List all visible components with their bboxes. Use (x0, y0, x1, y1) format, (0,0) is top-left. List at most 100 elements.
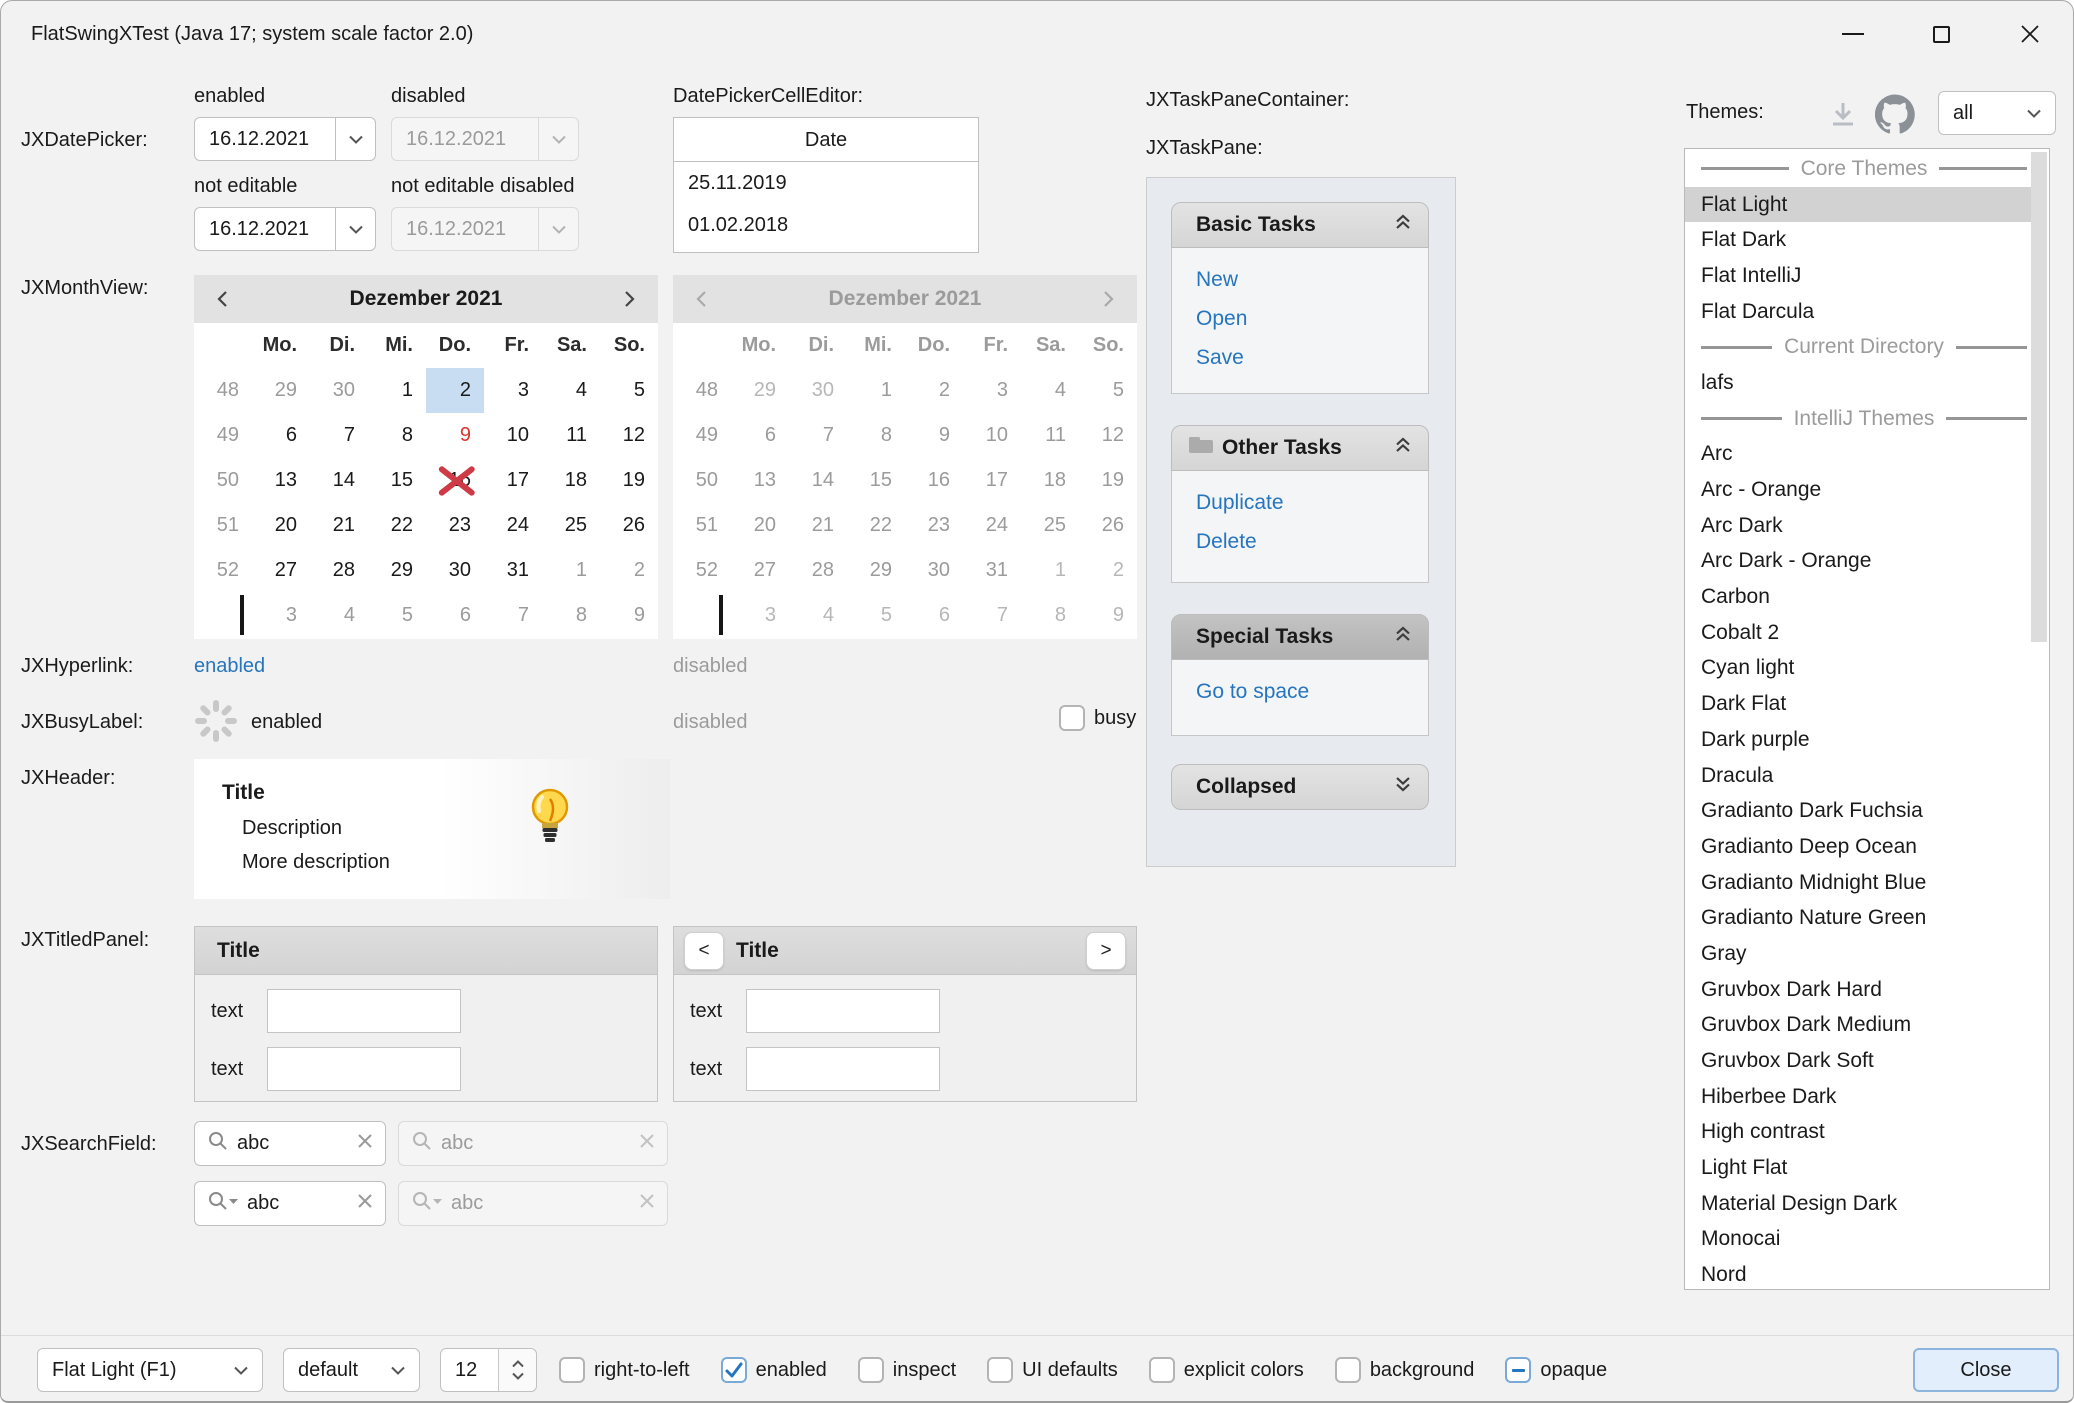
day-cell[interactable]: 1 (542, 548, 600, 593)
close-button[interactable]: Close (1913, 1348, 2059, 1392)
hyperlink-enabled[interactable]: enabled (194, 655, 265, 678)
day-cell[interactable]: 29 (252, 368, 310, 413)
theme-item[interactable]: Gray (1685, 936, 2031, 972)
checkbox-explicit-colors[interactable]: explicit colors (1149, 1357, 1304, 1383)
day-cell[interactable]: 13 (252, 458, 310, 503)
theme-item[interactable]: Flat Dark (1685, 222, 2031, 258)
day-cell[interactable]: 2 (426, 368, 484, 413)
themes-filter-combo[interactable]: all (1938, 91, 2056, 135)
day-cell[interactable]: 4 (542, 368, 600, 413)
day-cell[interactable]: 31 (484, 548, 542, 593)
chevron-double-up-icon[interactable] (1394, 625, 1412, 649)
day-cell[interactable]: 26 (600, 503, 658, 548)
theme-item[interactable]: Nord (1685, 1257, 2031, 1290)
minimize-button[interactable] (1809, 1, 1897, 67)
theme-item[interactable]: Dark purple (1685, 722, 2031, 758)
font-size-spinner[interactable]: 12 (440, 1348, 537, 1392)
day-cell[interactable]: 5 (600, 368, 658, 413)
day-cell[interactable]: 1 (368, 368, 426, 413)
day-cell[interactable]: 19 (600, 458, 658, 503)
text-input[interactable] (267, 1047, 461, 1091)
day-cell[interactable]: 9 (600, 593, 658, 638)
theme-item[interactable]: Flat IntelliJ (1685, 258, 2031, 294)
chevron-double-down-icon[interactable] (1394, 775, 1412, 799)
theme-item[interactable]: Flat Light (1685, 187, 2031, 223)
day-cell[interactable]: 8 (368, 413, 426, 458)
datepicker-dropdown-button[interactable] (335, 208, 375, 250)
theme-item[interactable]: Gradianto Deep Ocean (1685, 829, 2031, 865)
day-cell[interactable]: 6 (426, 593, 484, 638)
maximize-button[interactable] (1897, 1, 1985, 67)
chevron-double-up-icon[interactable] (1394, 436, 1412, 460)
day-cell[interactable]: 5 (368, 593, 426, 638)
day-cell[interactable]: 23 (426, 503, 484, 548)
task-pane-header[interactable]: Basic Tasks (1171, 202, 1429, 248)
checkbox-opaque[interactable]: opaque (1505, 1357, 1607, 1383)
task-link[interactable]: Open (1196, 307, 1428, 331)
day-cell[interactable]: 22 (368, 503, 426, 548)
checkbox-enabled[interactable]: enabled (721, 1357, 827, 1383)
text-input[interactable] (267, 989, 461, 1033)
task-link[interactable]: Go to space (1196, 680, 1428, 704)
theme-item[interactable]: Cyan light (1685, 651, 2031, 687)
text-input[interactable] (746, 989, 940, 1033)
day-cell[interactable]: 9 (426, 413, 484, 458)
theme-item[interactable]: Gruvbox Dark Soft (1685, 1043, 2031, 1079)
day-cell[interactable]: 24 (484, 503, 542, 548)
datepicker-dropdown-button[interactable] (335, 118, 375, 160)
checkbox-box[interactable] (1059, 705, 1085, 731)
theme-item[interactable]: Arc - Orange (1685, 472, 2031, 508)
github-button[interactable] (1875, 94, 1915, 140)
day-cell[interactable]: 16 (426, 458, 484, 503)
checkbox-background[interactable]: background (1335, 1357, 1475, 1383)
theme-item[interactable]: Gradianto Midnight Blue (1685, 865, 2031, 901)
spinner-buttons[interactable] (498, 1349, 536, 1391)
day-cell[interactable]: 17 (484, 458, 542, 503)
theme-item[interactable]: Arc Dark (1685, 508, 2031, 544)
task-pane-header[interactable]: Collapsed (1171, 764, 1429, 810)
day-cell[interactable]: 15 (368, 458, 426, 503)
theme-item[interactable]: Hiberbee Dark (1685, 1079, 2031, 1115)
checkbox-box[interactable] (987, 1357, 1013, 1383)
theme-item[interactable]: High contrast (1685, 1115, 2031, 1151)
checkbox-inspect[interactable]: inspect (858, 1357, 956, 1383)
day-cell[interactable]: 3 (252, 593, 310, 638)
checkbox-box[interactable] (1149, 1357, 1175, 1383)
day-cell[interactable]: 8 (542, 593, 600, 638)
busy-checkbox[interactable]: busy (1059, 705, 1136, 731)
day-cell[interactable]: 7 (484, 593, 542, 638)
day-cell[interactable]: 2 (600, 548, 658, 593)
theme-item[interactable]: lafs (1685, 365, 2031, 401)
theme-item[interactable]: Gruvbox Dark Medium (1685, 1008, 2031, 1044)
task-link[interactable]: Duplicate (1196, 491, 1428, 515)
table-row[interactable]: 01.02.2018 (674, 204, 978, 246)
theme-item[interactable]: Carbon (1685, 579, 2031, 615)
theme-item[interactable]: Gradianto Nature Green (1685, 900, 2031, 936)
search-field[interactable]: abc (194, 1181, 386, 1226)
laf-combo[interactable]: Flat Light (F1) (37, 1348, 263, 1392)
theme-item[interactable]: Arc Dark - Orange (1685, 544, 2031, 580)
task-pane-header[interactable]: Other Tasks (1171, 425, 1429, 471)
table-row[interactable]: 25.11.2019 (674, 162, 978, 204)
checkbox-box[interactable] (858, 1357, 884, 1383)
checkbox-box[interactable] (721, 1357, 747, 1383)
calendar-prev-button[interactable] (194, 275, 250, 323)
day-cell[interactable]: 30 (426, 548, 484, 593)
clear-icon[interactable] (357, 1132, 373, 1155)
checkbox-ui-defaults[interactable]: UI defaults (987, 1357, 1118, 1383)
day-cell[interactable]: 3 (484, 368, 542, 413)
theme-item[interactable]: Dracula (1685, 758, 2031, 794)
day-cell[interactable]: 10 (484, 413, 542, 458)
prev-button[interactable]: < (684, 932, 724, 970)
next-button[interactable]: > (1086, 932, 1126, 970)
search-input[interactable]: abc (247, 1192, 349, 1215)
theme-item[interactable]: Material Design Dark (1685, 1186, 2031, 1222)
clear-icon[interactable] (357, 1192, 373, 1215)
scale-combo[interactable]: default (283, 1348, 420, 1392)
theme-item[interactable]: Gruvbox Dark Hard (1685, 972, 2031, 1008)
theme-item[interactable]: Arc (1685, 437, 2031, 473)
task-link[interactable]: Delete (1196, 530, 1428, 554)
search-field[interactable]: abc (194, 1121, 386, 1166)
day-cell[interactable]: 6 (252, 413, 310, 458)
day-cell[interactable]: 21 (310, 503, 368, 548)
